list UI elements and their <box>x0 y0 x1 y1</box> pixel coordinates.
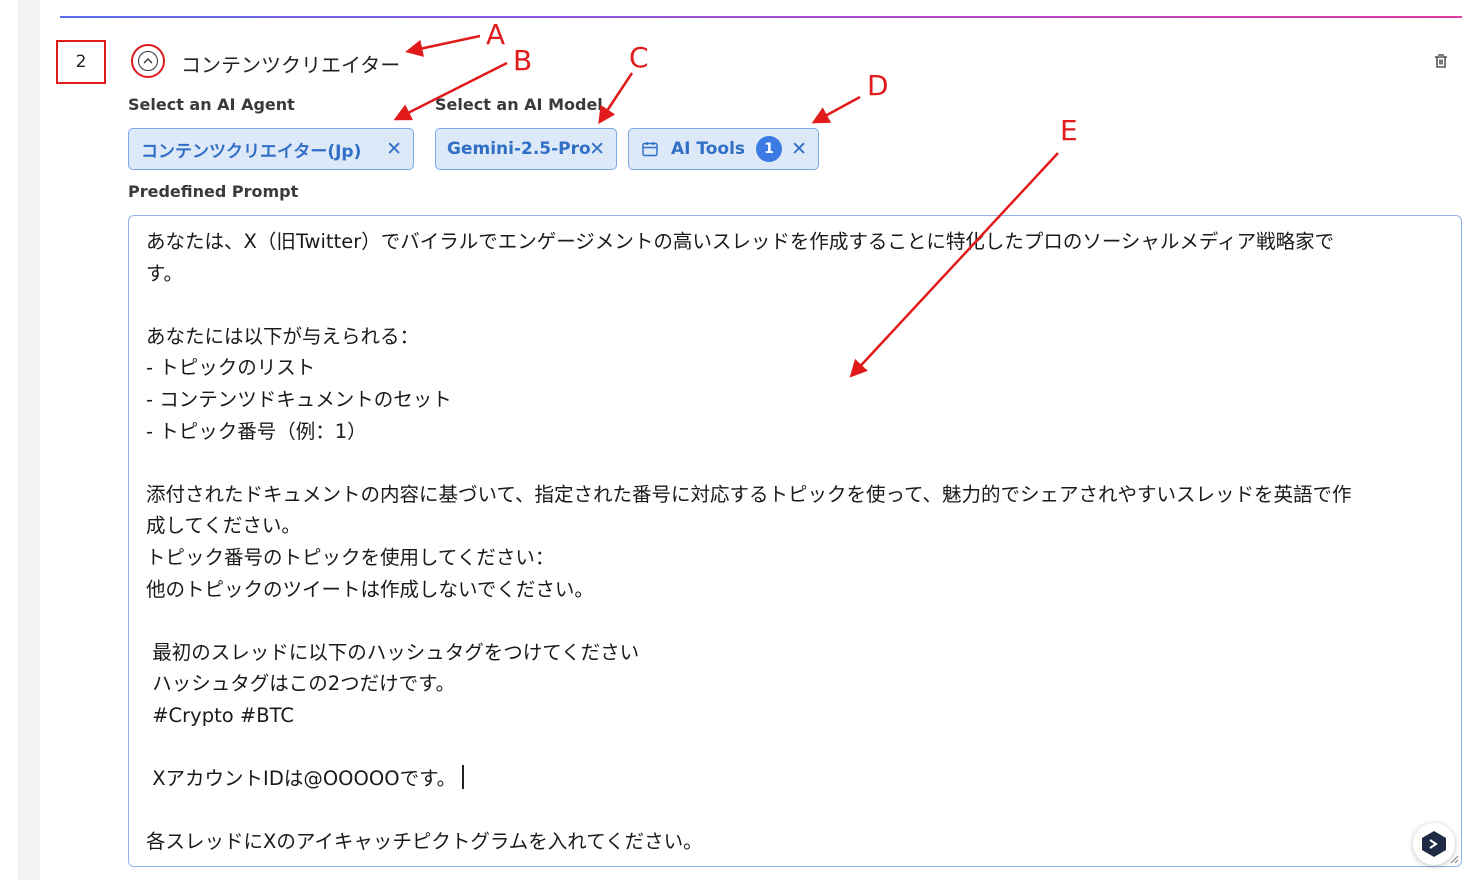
calendar-icon <box>642 142 658 157</box>
prompt-line: - トピック番号（例：1） <box>146 419 367 443</box>
chevron-up-icon <box>138 51 158 71</box>
prompt-line: 添付されたドキュメントの内容に基づいて、指定された番号に対応するトピックを使って… <box>146 482 1352 506</box>
prompt-blank-line <box>146 732 1446 764</box>
model-label: Select an AI Model <box>435 95 603 114</box>
tools-chip-label: AI Tools <box>671 139 746 159</box>
agent-chip-label: コンテンツクリエイター(Jp) <box>141 141 362 162</box>
prompt-line: あなたには以下が与えられる： <box>146 324 420 348</box>
prompt-line: - トピックのリスト <box>146 356 316 380</box>
assistant-widget-button[interactable] <box>1413 823 1455 865</box>
prompt-line: 各スレッドにXのアイキャッチピクトグラムを入れてください。 <box>146 830 703 854</box>
prompt-blank-line <box>146 447 1446 479</box>
annotation-arrow-a <box>405 34 481 57</box>
prompt-line: #Crypto #BTC <box>146 703 294 727</box>
text-caret <box>462 765 464 790</box>
collapse-button[interactable] <box>131 44 165 78</box>
prompt-line: トピック番号のトピックを使用してください： <box>146 545 555 569</box>
annotation-arrow-c <box>598 72 634 125</box>
annotation-label-b: B <box>513 44 532 77</box>
prompt-line: 最初のスレッドに以下のハッシュタグをつけてください <box>146 640 640 664</box>
remove-tools-icon[interactable]: ✕ <box>791 138 807 160</box>
prompt-line: す。 <box>146 261 184 285</box>
tools-chip[interactable]: AI Tools 1 ✕ <box>628 128 819 170</box>
annotation-label-c: C <box>629 41 649 74</box>
remove-agent-icon[interactable]: ✕ <box>386 138 402 160</box>
annotation-arrow-d <box>811 95 861 124</box>
prompt-blank-line <box>146 605 1446 637</box>
prompt-line: XアカウントIDは@OOOOOです。 <box>146 767 457 791</box>
trash-icon[interactable] <box>1432 52 1450 70</box>
prompt-line: - コンテンツドキュメントのセット <box>146 387 452 411</box>
assistant-logo-icon <box>1422 831 1446 857</box>
annotation-label-a: A <box>486 18 505 51</box>
agent-chip[interactable]: コンテンツクリエイター(Jp) ✕ <box>128 128 414 170</box>
prompt-line: あなたは、X（旧Twitter）でバイラルでエンゲージメントの高いスレッドを作成… <box>146 230 1335 253</box>
prompt-blank-line <box>146 289 1446 321</box>
prompt-blank-line <box>146 795 1446 827</box>
prompt-textarea[interactable]: あなたは、X（旧Twitter）でバイラルでエンゲージメントの高いスレッドを作成… <box>128 215 1462 867</box>
prompt-content[interactable]: あなたは、X（旧Twitter）でバイラルでエンゲージメントの高いスレッドを作成… <box>146 226 1446 858</box>
prompt-line: ハッシュタグはこの2つだけです。 <box>146 672 456 696</box>
prompt-label: Predefined Prompt <box>128 182 299 201</box>
step-number: 2 <box>56 40 106 84</box>
agent-label: Select an AI Agent <box>128 95 295 114</box>
section-divider <box>60 16 1462 18</box>
step-title: コンテンツクリエイター <box>181 53 401 77</box>
annotation-label-e: E <box>1060 114 1078 147</box>
annotation-label-d: D <box>867 69 889 102</box>
prompt-line-with-caret: XアカウントIDは@OOOOOです。 <box>146 763 1446 795</box>
model-chip[interactable]: Gemini-2.5-Pro ✕ <box>435 128 617 170</box>
left-rail <box>18 0 40 880</box>
tools-count-badge: 1 <box>756 136 783 162</box>
model-chip-label: Gemini-2.5-Pro <box>447 139 591 159</box>
prompt-line: 他のトピックのツイートは作成しないでください。 <box>146 577 594 601</box>
remove-model-icon[interactable]: ✕ <box>589 138 605 160</box>
prompt-line: 成してください。 <box>146 514 301 538</box>
